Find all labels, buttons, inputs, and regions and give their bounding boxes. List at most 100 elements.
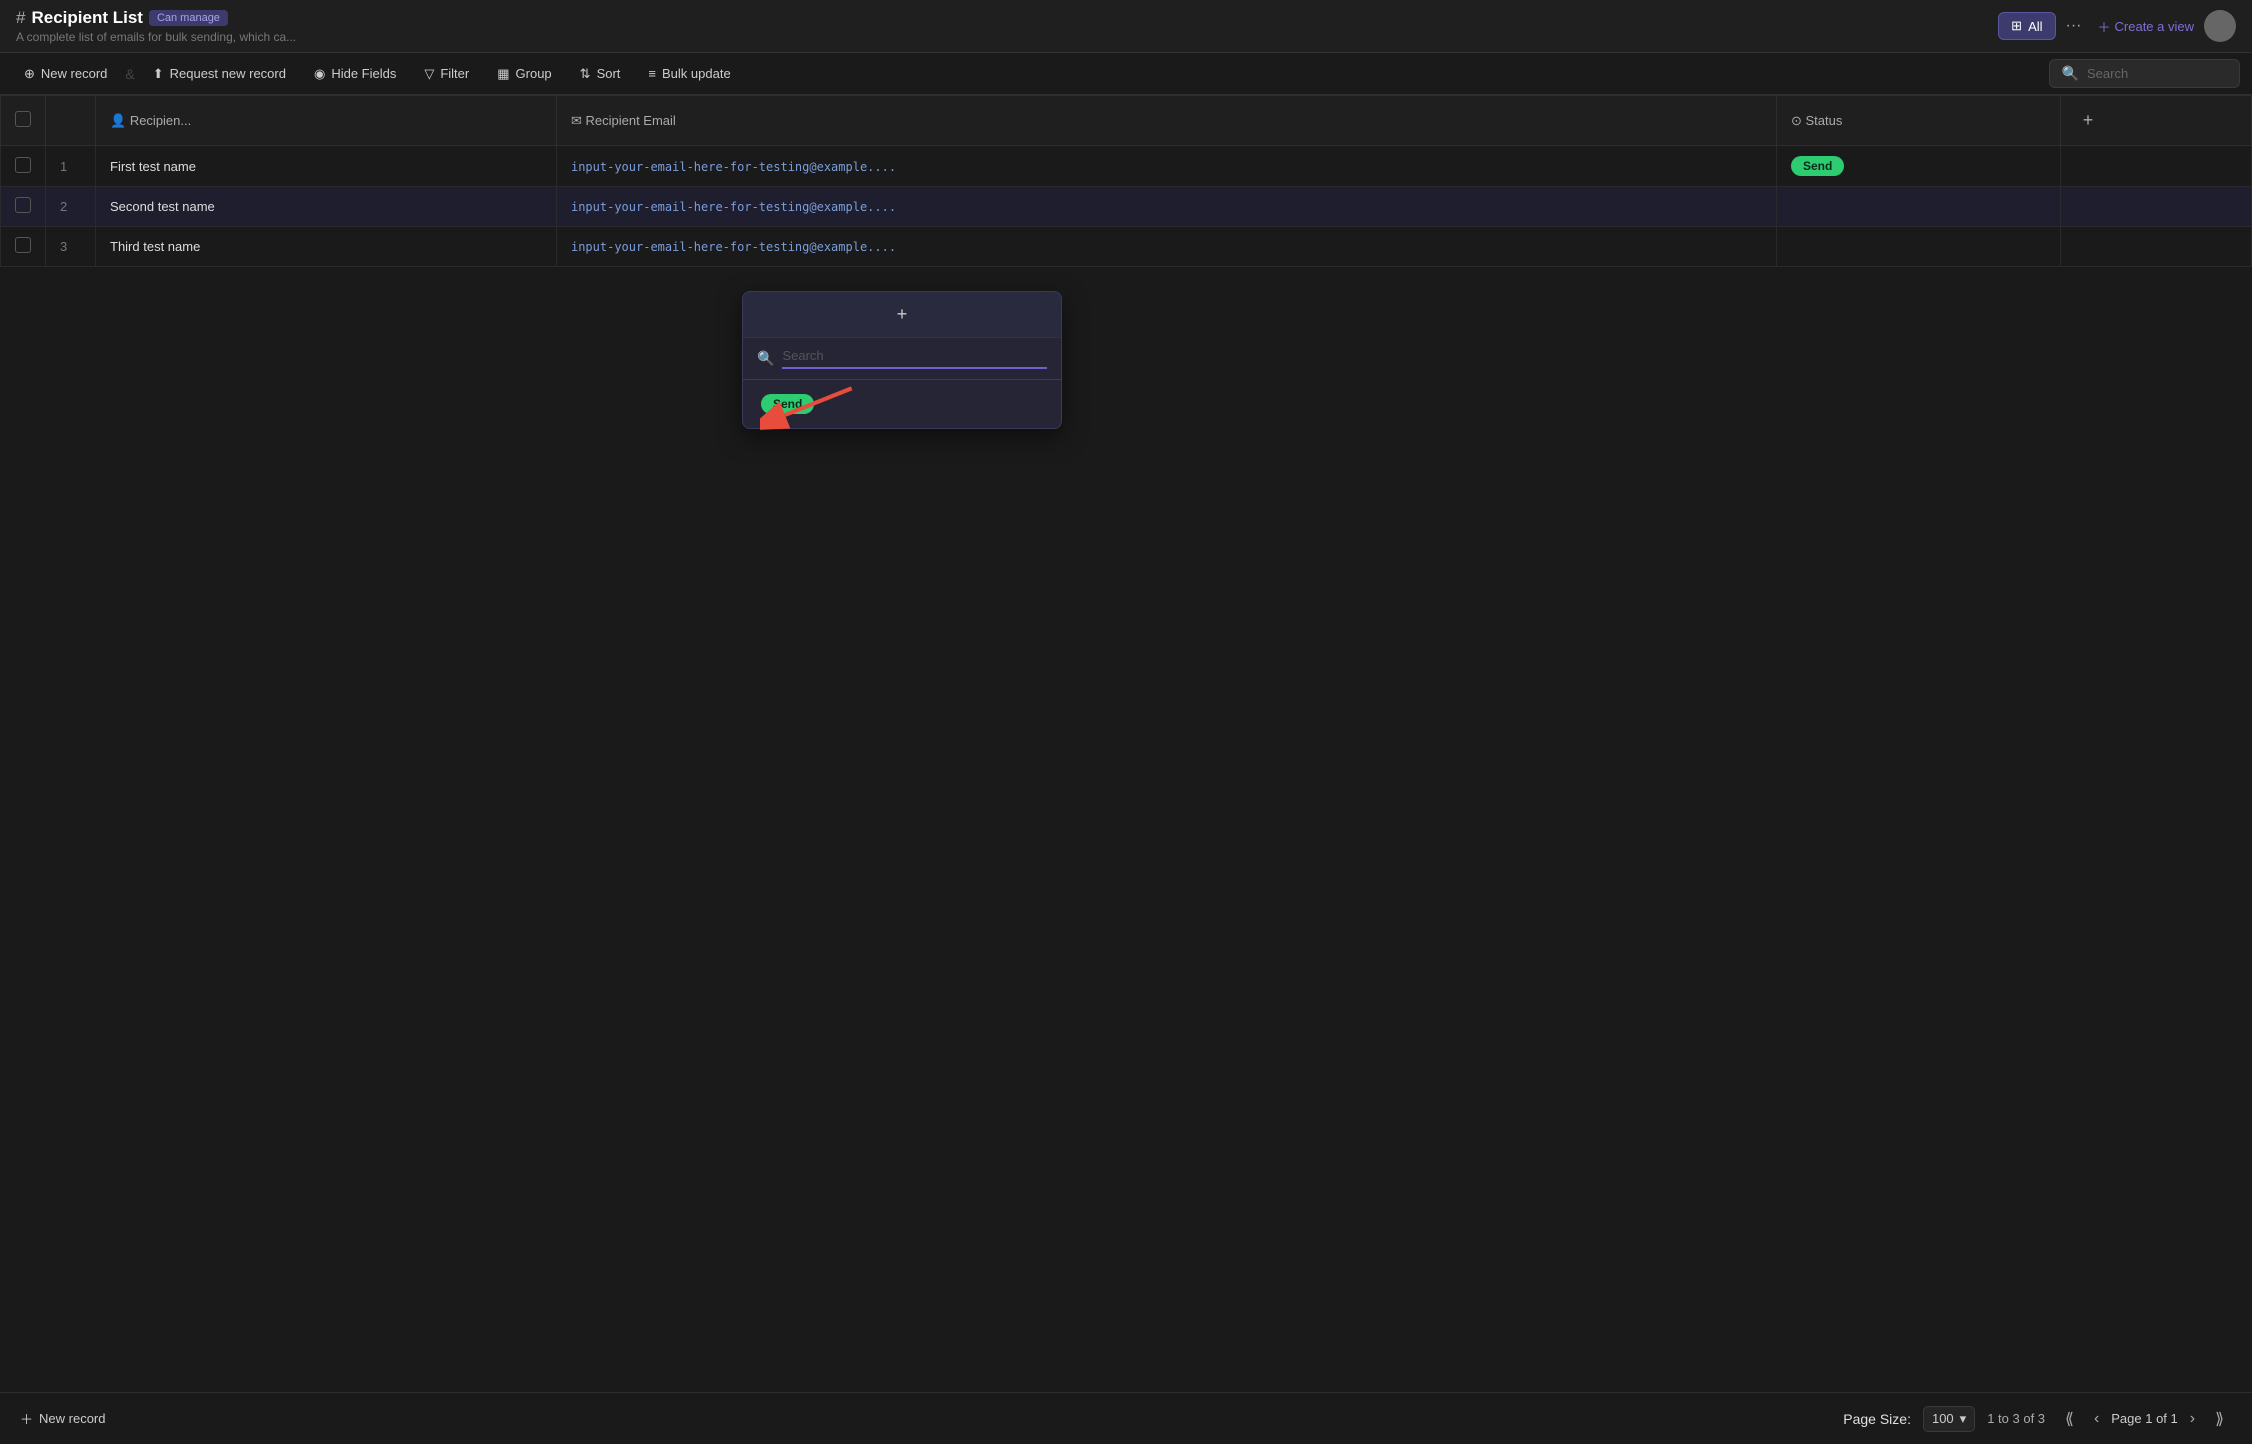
table-body: 1 First test name input-your-email-here-… <box>1 146 2252 267</box>
can-manage-badge: Can manage <box>149 10 228 26</box>
row3-email-cell[interactable]: input-your-email-here-for-testing@exampl… <box>556 227 1776 267</box>
prev-page-button[interactable]: ‹ <box>2086 1406 2107 1432</box>
header-status-col: ⊙ Status <box>1777 96 2061 146</box>
table-row: 3 Third test name input-your-email-here-… <box>1 227 2252 267</box>
dropdown-add-row[interactable]: + <box>743 292 1061 338</box>
eye-icon: ◉ <box>314 66 325 82</box>
dropdown-send-badge: Send <box>761 394 814 414</box>
row2-name-cell[interactable]: Second test name <box>96 187 557 227</box>
page-size-selector[interactable]: 100 ▾ <box>1923 1406 1975 1432</box>
create-view-button[interactable]: ＋ Create a view <box>2098 17 2195 36</box>
row3-extra-cell <box>2060 227 2251 267</box>
row3-email[interactable]: input-your-email-here-for-testing@exampl… <box>571 240 896 254</box>
header-add-col[interactable]: + <box>2060 96 2251 146</box>
recipient-name-col-label: Recipien... <box>130 113 191 128</box>
row1-extra-cell <box>2060 146 2251 187</box>
header-left: # Recipient List Can manage A complete l… <box>16 8 296 44</box>
sort-label: Sort <box>597 66 621 81</box>
table-row: 2 Second test name input-your-email-here… <box>1 187 2252 227</box>
row3-checkbox-cell <box>1 227 46 267</box>
view-tab-more-button[interactable]: ··· <box>2060 13 2088 39</box>
row3-name: Third test name <box>110 239 200 254</box>
row3-name-cell[interactable]: Third test name <box>96 227 557 267</box>
filter-icon: ▽ <box>424 66 434 82</box>
page-size-label: Page Size: <box>1843 1411 1911 1427</box>
footer-plus-icon: ＋ <box>20 1409 33 1428</box>
person-icon: 👤 <box>110 113 130 128</box>
row1-num: 1 <box>46 146 96 187</box>
status-dropdown: + 🔍 Send <box>742 291 1062 429</box>
header-checkbox-col <box>1 96 46 146</box>
footer-pagination: Page Size: 100 ▾ 1 to 3 of 3 ⟪ ‹ Page 1 … <box>1843 1405 2232 1433</box>
row1-checkbox[interactable] <box>15 157 31 173</box>
group-label: Group <box>516 66 552 81</box>
search-input[interactable] <box>2087 66 2227 81</box>
footer-new-record-button[interactable]: ＋ New record <box>20 1409 105 1428</box>
tab-all[interactable]: ⊞ All <box>1998 12 2055 40</box>
request-record-button[interactable]: ⬆ Request new record <box>141 60 298 88</box>
data-table: 👤 Recipien... ✉ Recipient Email ⊙ Status… <box>0 95 2252 267</box>
row1-email[interactable]: input-your-email-here-for-testing@exampl… <box>571 160 896 174</box>
toolbar-separator-1: & <box>123 66 136 82</box>
pagination-buttons: ⟪ ‹ Page 1 of 1 › ⟫ <box>2057 1405 2232 1433</box>
row2-extra-cell <box>2060 187 2251 227</box>
dropdown-search-row: 🔍 <box>743 338 1061 380</box>
sort-button[interactable]: ⇅ Sort <box>568 60 633 88</box>
page-subtitle: A complete list of emails for bulk sendi… <box>16 30 296 44</box>
row3-status-cell[interactable] <box>1777 227 2061 267</box>
footer-new-record-label: New record <box>39 1411 105 1426</box>
tab-all-label: All <box>2028 19 2042 34</box>
hide-fields-label: Hide Fields <box>331 66 396 81</box>
request-icon: ⬆ <box>153 66 164 82</box>
filter-label: Filter <box>440 66 469 81</box>
last-page-button[interactable]: ⟫ <box>2207 1405 2232 1433</box>
row1-name-cell[interactable]: First test name <box>96 146 557 187</box>
next-page-button[interactable]: › <box>2182 1406 2203 1432</box>
row2-checkbox-cell <box>1 187 46 227</box>
grid-icon: ⊞ <box>2011 18 2022 34</box>
group-button[interactable]: ▦ Group <box>485 60 563 88</box>
page-title-area: # Recipient List Can manage A complete l… <box>16 8 296 44</box>
bulk-update-label: Bulk update <box>662 66 731 81</box>
toolbar: ⊕ New record & ⬆ Request new record ◉ Hi… <box>0 53 2252 95</box>
row1-checkbox-cell <box>1 146 46 187</box>
plus-icon: ＋ <box>2098 17 2111 36</box>
search-bar: 🔍 <box>2049 59 2240 88</box>
row1-email-cell[interactable]: input-your-email-here-for-testing@exampl… <box>556 146 1776 187</box>
table-header: 👤 Recipien... ✉ Recipient Email ⊙ Status… <box>1 96 2252 146</box>
footer: ＋ New record Page Size: 100 ▾ 1 to 3 of … <box>0 1392 2252 1444</box>
select-all-checkbox[interactable] <box>15 111 31 127</box>
chevron-down-icon: ▾ <box>1960 1411 1967 1427</box>
new-record-label: New record <box>41 66 107 81</box>
header-recipient-email-col: ✉ Recipient Email <box>556 96 1776 146</box>
bulk-update-button[interactable]: ≡ Bulk update <box>636 60 742 87</box>
row2-status-cell[interactable] <box>1777 187 2061 227</box>
dropdown-option-send[interactable]: Send <box>753 388 1051 420</box>
row3-checkbox[interactable] <box>15 237 31 253</box>
page-title: # Recipient List Can manage <box>16 8 296 28</box>
table-row: 1 First test name input-your-email-here-… <box>1 146 2252 187</box>
avatar[interactable] <box>2204 10 2236 42</box>
row2-email[interactable]: input-your-email-here-for-testing@exampl… <box>571 200 896 214</box>
main-content: 👤 Recipien... ✉ Recipient Email ⊙ Status… <box>0 95 2252 1392</box>
row2-email-cell[interactable]: input-your-email-here-for-testing@exampl… <box>556 187 1776 227</box>
top-header: # Recipient List Can manage A complete l… <box>0 0 2252 53</box>
filter-button[interactable]: ▽ Filter <box>412 60 481 88</box>
row1-status-cell[interactable]: Send <box>1777 146 2061 187</box>
header-recipient-name-col: 👤 Recipien... <box>96 96 557 146</box>
row2-checkbox[interactable] <box>15 197 31 213</box>
hide-fields-button[interactable]: ◉ Hide Fields <box>302 60 408 88</box>
header-right: ⊞ All ··· ＋ Create a view <box>1998 10 2236 42</box>
email-icon: ✉ <box>571 113 586 128</box>
status-col-label: Status <box>1806 113 1843 128</box>
view-tabs: ⊞ All ··· <box>1998 12 2087 40</box>
request-record-label: Request new record <box>170 66 286 81</box>
plus-circle-icon: ⊕ <box>24 66 35 82</box>
dropdown-search-input[interactable] <box>782 348 1047 369</box>
search-icon: 🔍 <box>2062 65 2079 82</box>
new-record-button[interactable]: ⊕ New record <box>12 60 119 88</box>
group-icon: ▦ <box>497 66 509 82</box>
header-row: 👤 Recipien... ✉ Recipient Email ⊙ Status… <box>1 96 2252 146</box>
first-page-button[interactable]: ⟪ <box>2057 1405 2082 1433</box>
add-column-button[interactable]: + <box>2075 106 2102 135</box>
